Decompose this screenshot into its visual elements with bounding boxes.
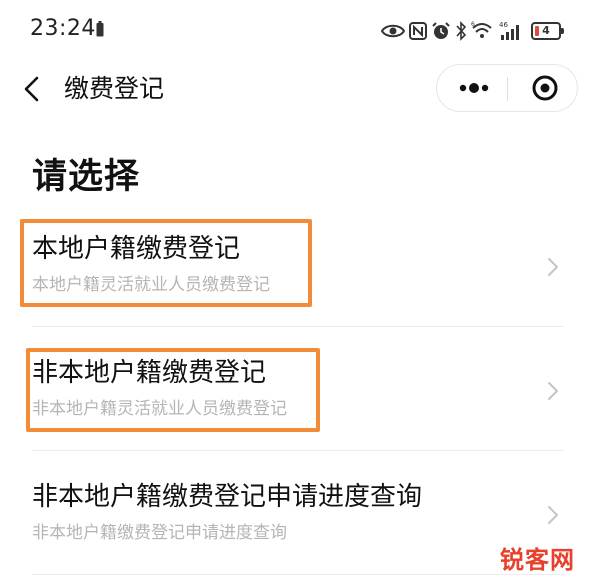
status-bar: 23:24 6 46 4 — [0, 0, 591, 60]
nav-title: 缴费登记 — [64, 74, 165, 103]
capsule-divider — [507, 77, 508, 101]
page-heading: 请选择 — [32, 157, 141, 197]
divider — [32, 574, 564, 575]
battery-saver-icon — [96, 21, 104, 37]
chevron-right-icon — [548, 382, 558, 400]
bluetooth-icon — [456, 21, 467, 41]
option-title: 非本地户籍缴费登记申请进度查询 — [32, 482, 423, 512]
eye-icon — [381, 24, 405, 38]
option-title: 非本地户籍缴费登记 — [32, 358, 267, 388]
option-title: 本地户籍缴费登记 — [32, 234, 241, 264]
battery-icon: 4 — [531, 22, 564, 40]
status-icons: 6 46 4 — [381, 18, 564, 44]
option-subtitle: 非本地户籍缴费登记申请进度查询 — [32, 523, 287, 543]
chevron-right-icon — [548, 506, 558, 524]
wifi-icon: 6 — [471, 21, 492, 38]
battery-level: 4 — [542, 24, 550, 37]
cellular-signal-icon: 46 — [499, 21, 519, 40]
chevron-left-icon[interactable] — [18, 72, 48, 106]
watermark-logo: 锐客网 — [500, 546, 575, 574]
nfc-icon — [409, 22, 427, 40]
svg-text:6: 6 — [471, 21, 475, 28]
status-time: 23:24 — [30, 16, 96, 41]
target-close-icon[interactable] — [521, 71, 569, 105]
divider — [32, 450, 564, 451]
option-nonlocal-registration[interactable]: 非本地户籍缴费登记 非本地户籍灵活就业人员缴费登记 — [0, 334, 591, 454]
option-subtitle: 非本地户籍灵活就业人员缴费登记 — [32, 399, 287, 419]
option-subtitle: 本地户籍灵活就业人员缴费登记 — [32, 275, 270, 295]
network-label: 46 — [499, 21, 508, 29]
more-dots-icon[interactable] — [447, 71, 499, 105]
option-local-registration[interactable]: 本地户籍缴费登记 本地户籍灵活就业人员缴费登记 — [0, 210, 591, 330]
alarm-icon — [432, 22, 450, 39]
capsule-menu — [436, 64, 578, 112]
divider — [32, 326, 564, 327]
chevron-right-icon — [548, 258, 558, 276]
